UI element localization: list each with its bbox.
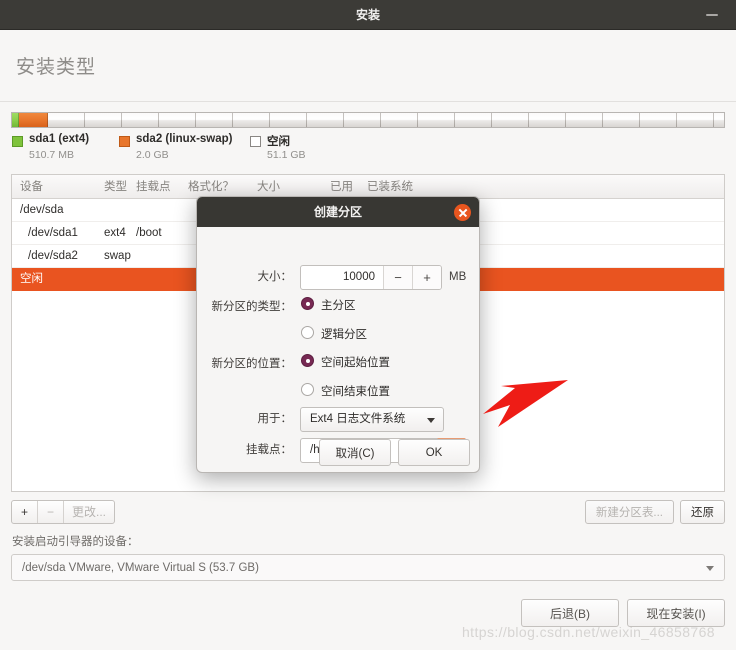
dialog-titlebar: 创建分区: [197, 197, 479, 227]
titlebar: 安装: [0, 0, 736, 30]
disk-bar-track: [11, 112, 725, 128]
table-cell: /dev/sda2: [28, 250, 78, 262]
legend-swatch-icon: [119, 136, 130, 147]
use-as-label: 用于：: [257, 413, 293, 425]
legend-item-size: 51.1 GB: [267, 149, 306, 161]
page-header: 安装类型: [0, 30, 736, 102]
partition-location-label: 新分区的位置：: [211, 358, 293, 370]
back-button[interactable]: 后退(B): [521, 599, 619, 627]
column-header[interactable]: 设备: [20, 175, 43, 199]
disk-usage-bar: [11, 112, 725, 128]
bootloader-device-value: /dev/sda VMware, VMware Virtual S (53.7 …: [22, 562, 259, 574]
use-as-select[interactable]: Ext4 日志文件系统: [300, 407, 444, 432]
size-spinner[interactable]: 10000 − +: [300, 265, 442, 290]
installer-window: 安装 安装类型 sda1 (ext4) 510.7 MB sda2 (linux-s…: [0, 0, 736, 650]
size-unit-label: MB: [449, 271, 467, 283]
table-cell: swap: [104, 250, 131, 262]
radio-logical-partition[interactable]: [301, 326, 314, 339]
partition-type-label: 新分区的类型：: [211, 301, 293, 313]
radio-beginning-of-space[interactable]: [301, 354, 314, 367]
partition-toolbar: + − 更改... 新建分区表... 还原: [11, 500, 725, 524]
table-cell: 空闲: [20, 273, 43, 285]
dialog-body: 大小： 10000 − + MB 新分区的类型： 主分区 逻辑分区 新分区的位置…: [197, 227, 479, 472]
table-cell: ext4: [104, 227, 126, 239]
dialog-actions: 取消(C) OK: [319, 439, 470, 466]
partition-legend: sda1 (ext4) 510.7 MB sda2 (linux-swap) 2.0 …: [12, 133, 726, 167]
mount-point-label: 挂载点：: [246, 444, 292, 456]
new-partition-table-button[interactable]: 新建分区表...: [584, 500, 674, 524]
radio-primary-partition[interactable]: [301, 297, 314, 310]
size-decrement-button[interactable]: −: [383, 266, 412, 289]
legend-item-name: sda2 (linux-swap): [136, 133, 233, 145]
ok-button[interactable]: OK: [398, 439, 470, 466]
chevron-down-icon: [427, 417, 435, 423]
radio-logical-partition-label[interactable]: 逻辑分区: [321, 326, 367, 342]
window-title: 安装: [355, 8, 380, 22]
legend-item-name: sda1 (ext4): [29, 133, 90, 145]
footer-actions: 后退(B) 现在安装(I): [521, 599, 725, 627]
size-label: 大小：: [257, 271, 293, 283]
install-now-button[interactable]: 现在安装(I): [627, 599, 725, 627]
create-partition-dialog: 创建分区 大小： 10000 − + MB 新分区的类型： 主分区 逻辑分区 新…: [196, 196, 480, 473]
legend-item-name: 空闲: [267, 136, 290, 148]
page-title: 安装类型: [16, 57, 97, 78]
table-cell: /boot: [136, 227, 162, 239]
legend-swatch-icon: [250, 136, 261, 147]
table-cell: /dev/sda1: [28, 227, 78, 239]
legend-item-size: 510.7 MB: [29, 149, 74, 161]
radio-primary-partition-label[interactable]: 主分区: [321, 297, 356, 313]
legend-swatch-icon: [12, 136, 23, 147]
partition-action-group: + − 更改...: [11, 500, 116, 524]
column-header[interactable]: 挂载点: [136, 175, 171, 199]
use-as-value: Ext4 日志文件系统: [310, 413, 406, 425]
add-partition-button[interactable]: +: [12, 501, 38, 523]
size-input[interactable]: 10000: [301, 266, 383, 289]
radio-end-of-space[interactable]: [301, 383, 314, 396]
legend-item-size: 2.0 GB: [136, 149, 169, 161]
bootloader-label: 安装启动引导器的设备：: [12, 536, 139, 548]
cancel-button[interactable]: 取消(C): [319, 439, 391, 466]
revert-button[interactable]: 还原: [680, 500, 725, 524]
radio-end-of-space-label[interactable]: 空间结束位置: [321, 383, 390, 399]
minimize-button[interactable]: [698, 0, 726, 30]
chevron-down-icon: [706, 565, 714, 571]
table-action-group: 新建分区表... 还原: [584, 500, 725, 524]
change-partition-button[interactable]: 更改...: [64, 501, 114, 523]
disk-segment-free: [48, 113, 724, 127]
size-increment-button[interactable]: +: [412, 266, 441, 289]
disk-segment-sda2: [19, 113, 48, 127]
table-cell: /dev/sda: [20, 204, 64, 216]
disk-segment-sda1: [12, 113, 19, 127]
column-header[interactable]: 类型: [104, 175, 127, 199]
bootloader-device-select[interactable]: /dev/sda VMware, VMware Virtual S (53.7 …: [11, 554, 725, 581]
radio-beginning-of-space-label[interactable]: 空间起始位置: [321, 354, 390, 370]
close-icon[interactable]: [454, 204, 471, 221]
remove-partition-button[interactable]: −: [38, 501, 64, 523]
dialog-title: 创建分区: [313, 205, 362, 219]
